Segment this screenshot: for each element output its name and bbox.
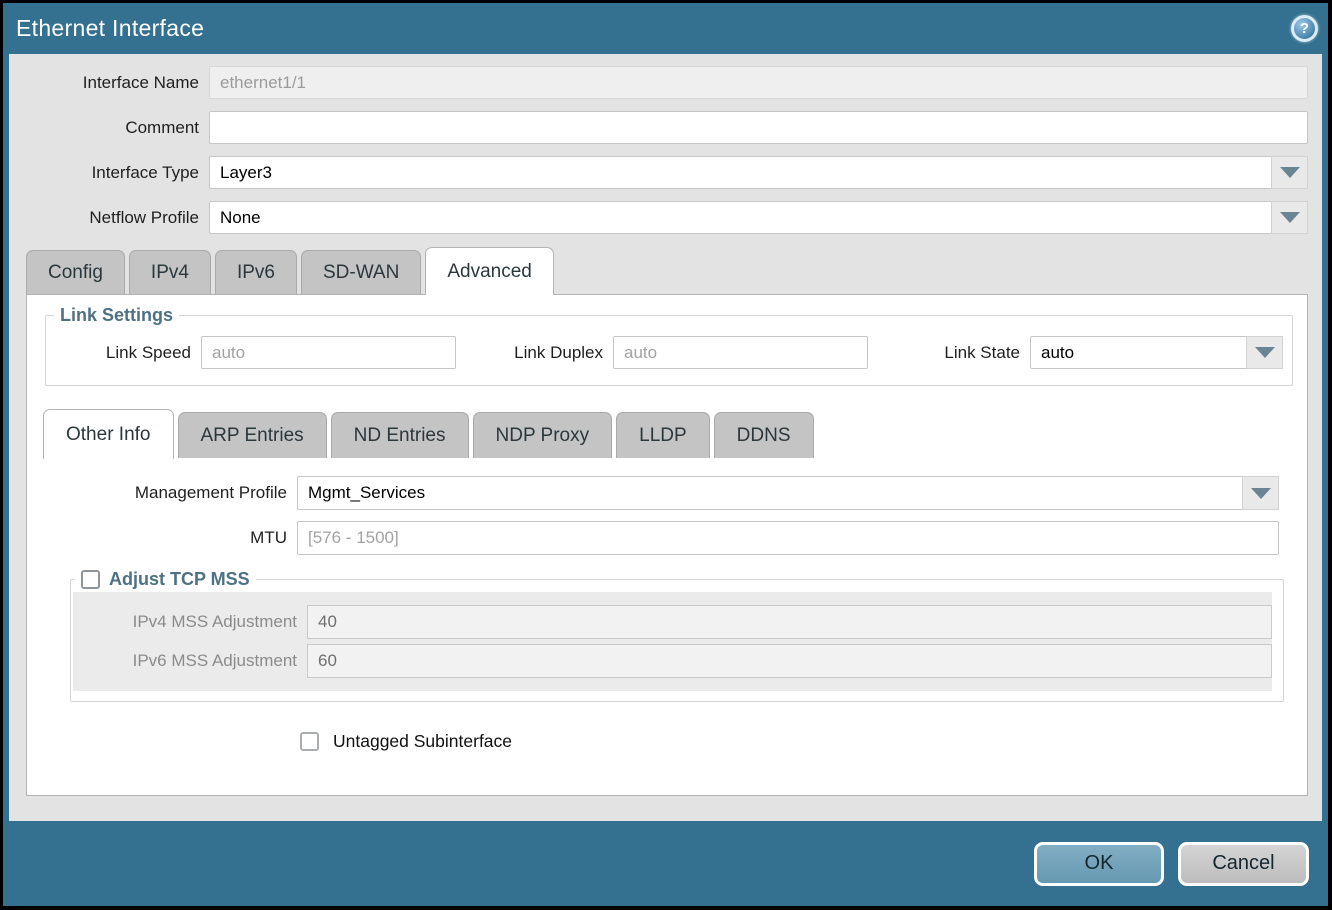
ipv6-mss-input xyxy=(307,644,1272,678)
management-profile-row: Management Profile xyxy=(27,476,1307,510)
tab-lldp[interactable]: LLDP xyxy=(616,412,710,458)
netflow-profile-select[interactable] xyxy=(209,201,1308,234)
management-profile-select[interactable] xyxy=(297,476,1279,510)
chevron-down-icon xyxy=(1280,167,1300,178)
untagged-subinterface-row: Untagged Subinterface xyxy=(300,731,1307,752)
link-state-label: Link State xyxy=(930,343,1030,363)
mtu-row: MTU xyxy=(27,521,1307,555)
help-icon[interactable]: ? xyxy=(1291,15,1318,42)
cancel-button[interactable]: Cancel xyxy=(1178,842,1309,886)
interface-name-input xyxy=(209,66,1308,99)
interface-type-select[interactable] xyxy=(209,156,1308,189)
management-profile-label: Management Profile xyxy=(27,483,297,503)
chevron-down-icon xyxy=(1280,212,1300,223)
untagged-subinterface-checkbox[interactable] xyxy=(300,732,319,751)
link-settings-group: Link Settings Link Speed Link Duplex xyxy=(45,305,1293,386)
link-speed-input[interactable] xyxy=(201,336,456,369)
tab-ipv6[interactable]: IPv6 xyxy=(215,250,297,294)
interface-name-label: Interface Name xyxy=(9,73,209,93)
tab-ndp-proxy[interactable]: NDP Proxy xyxy=(473,412,613,458)
mtu-label: MTU xyxy=(27,528,297,548)
chevron-down-icon xyxy=(1255,347,1275,358)
mtu-input[interactable] xyxy=(297,521,1279,555)
adjust-tcp-mss-group: Adjust TCP MSS IPv4 MSS Adjustment IPv6 … xyxy=(70,569,1284,702)
other-info-panel: Management Profile MTU xyxy=(27,476,1307,752)
ipv4-mss-input xyxy=(307,605,1272,639)
comment-label: Comment xyxy=(9,118,209,138)
ipv6-mss-label: IPv6 MSS Adjustment xyxy=(73,651,307,671)
dialog-footer: OK Cancel xyxy=(3,821,1328,906)
interface-type-label: Interface Type xyxy=(9,163,209,183)
netflow-profile-row: Netflow Profile xyxy=(9,201,1322,234)
interface-type-dropdown-button[interactable] xyxy=(1271,156,1308,189)
ethernet-interface-dialog: Ethernet Interface ? Interface Name Comm… xyxy=(3,3,1328,906)
info-tab-bar: Other Info ARP Entries ND Entries NDP Pr… xyxy=(27,408,1307,458)
adjust-tcp-mss-legend: Adjust TCP MSS xyxy=(75,569,256,590)
tab-ipv4[interactable]: IPv4 xyxy=(129,250,211,294)
tab-other-info[interactable]: Other Info xyxy=(43,409,174,459)
mss-fields-panel: IPv4 MSS Adjustment IPv6 MSS Adjustment xyxy=(73,592,1272,691)
link-settings-legend: Link Settings xyxy=(54,305,179,326)
dialog-title: Ethernet Interface xyxy=(16,15,204,42)
tab-arp-entries[interactable]: ARP Entries xyxy=(178,412,327,458)
main-tab-bar: Config IPv4 IPv6 SD-WAN Advanced xyxy=(9,246,1322,294)
adjust-tcp-mss-label: Adjust TCP MSS xyxy=(109,569,250,590)
chevron-down-icon xyxy=(1251,488,1271,499)
tab-config[interactable]: Config xyxy=(26,250,125,294)
netflow-profile-dropdown-button[interactable] xyxy=(1271,201,1308,234)
link-duplex-label: Link Duplex xyxy=(498,343,613,363)
comment-row: Comment xyxy=(9,111,1322,144)
adjust-tcp-mss-checkbox[interactable] xyxy=(81,570,100,589)
ok-button[interactable]: OK xyxy=(1034,842,1164,886)
link-state-dropdown-button[interactable] xyxy=(1246,336,1283,369)
tab-nd-entries[interactable]: ND Entries xyxy=(331,412,469,458)
tab-sdwan[interactable]: SD-WAN xyxy=(301,250,421,294)
comment-input[interactable] xyxy=(209,111,1308,144)
interface-name-row: Interface Name xyxy=(9,66,1322,99)
ipv4-mss-row: IPv4 MSS Adjustment xyxy=(73,605,1272,639)
netflow-profile-label: Netflow Profile xyxy=(9,208,209,228)
titlebar: Ethernet Interface ? xyxy=(3,3,1328,54)
link-duplex-input[interactable] xyxy=(613,336,868,369)
ipv4-mss-label: IPv4 MSS Adjustment xyxy=(73,612,307,632)
untagged-subinterface-label: Untagged Subinterface xyxy=(333,731,512,752)
help-glyph: ? xyxy=(1300,20,1309,37)
management-profile-dropdown-button[interactable] xyxy=(1242,476,1279,510)
tab-ddns[interactable]: DDNS xyxy=(714,412,814,458)
dialog-body: Interface Name Comment Interface Type xyxy=(9,54,1322,821)
advanced-tab-panel: Link Settings Link Speed Link Duplex xyxy=(26,294,1308,796)
link-speed-label: Link Speed xyxy=(46,343,201,363)
interface-type-row: Interface Type xyxy=(9,156,1322,189)
top-form: Interface Name Comment Interface Type xyxy=(9,54,1322,234)
tab-advanced[interactable]: Advanced xyxy=(425,247,554,295)
ipv6-mss-row: IPv6 MSS Adjustment xyxy=(73,644,1272,678)
